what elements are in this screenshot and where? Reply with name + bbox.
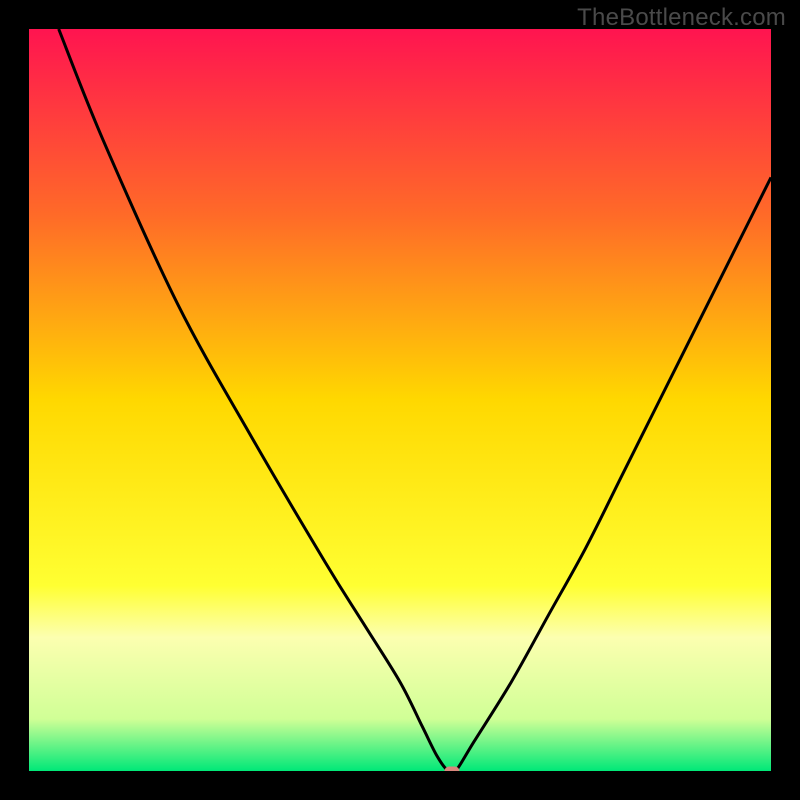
optimal-point-marker <box>444 767 459 772</box>
chart-plot-area <box>29 29 771 771</box>
watermark-text: TheBottleneck.com <box>577 4 786 32</box>
bottleneck-chart <box>29 29 771 771</box>
